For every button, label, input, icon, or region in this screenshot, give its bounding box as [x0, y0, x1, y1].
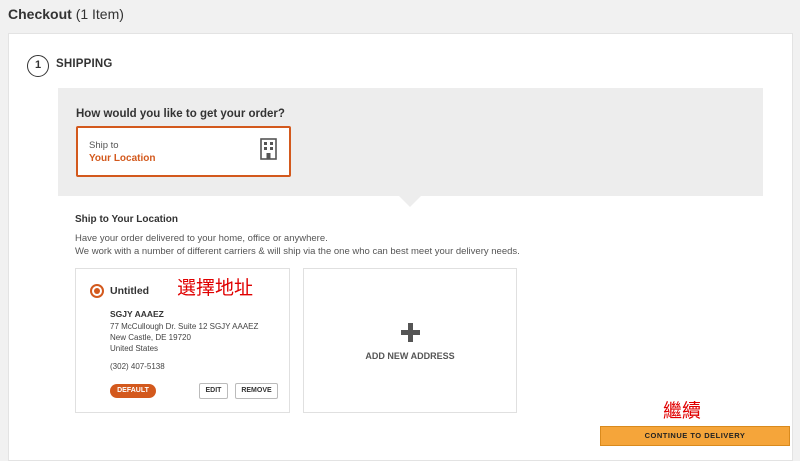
- add-new-address-label: ADD NEW ADDRESS: [365, 351, 455, 361]
- checkout-header: Checkout (1 Item): [8, 6, 124, 22]
- step-number-badge: 1: [27, 55, 49, 77]
- add-new-address-card[interactable]: ADD NEW ADDRESS: [303, 268, 517, 413]
- ship-option-small-label: Ship to: [89, 140, 119, 151]
- checkout-panel: 1 SHIPPING How would you like to get you…: [8, 33, 793, 461]
- address-line-1: 77 McCullough Dr. Suite 12 SGJY AAAEZ: [110, 322, 259, 331]
- ship-to-location-option[interactable]: Ship to Your Location: [76, 126, 291, 177]
- continue-to-delivery-button[interactable]: CONTINUE TO DELIVERY: [600, 426, 790, 446]
- annotation-select-address: 選擇地址: [177, 277, 254, 299]
- checkout-title: Checkout: [8, 6, 72, 22]
- step-title: SHIPPING: [56, 58, 113, 70]
- selection-pointer: [398, 195, 422, 207]
- section-description-1: Have your order delivered to your home, …: [75, 233, 328, 244]
- edit-address-button[interactable]: EDIT: [199, 383, 228, 399]
- section-description-2: We work with a number of different carri…: [75, 246, 520, 257]
- section-title: Ship to Your Location: [75, 214, 178, 225]
- delivery-question: How would you like to get your order?: [76, 108, 285, 120]
- plus-icon-bar: [401, 330, 420, 335]
- address-line-2: New Castle, DE 19720: [110, 333, 191, 342]
- annotation-continue: 繼續: [663, 400, 702, 422]
- item-count: (1 Item): [75, 6, 124, 22]
- default-badge: DEFAULT: [110, 384, 156, 398]
- address-phone: (302) 407-5138: [110, 362, 165, 371]
- remove-address-button[interactable]: REMOVE: [235, 383, 278, 399]
- address-name: Untitled: [110, 285, 150, 297]
- delivery-method-box: How would you like to get your order? Sh…: [58, 88, 763, 196]
- address-person: SGJY AAAEZ: [110, 309, 164, 319]
- address-radio[interactable]: [90, 284, 104, 298]
- building-icon: [260, 138, 277, 160]
- address-line-3: United States: [110, 344, 159, 353]
- ship-option-big-label: Your Location: [89, 153, 156, 164]
